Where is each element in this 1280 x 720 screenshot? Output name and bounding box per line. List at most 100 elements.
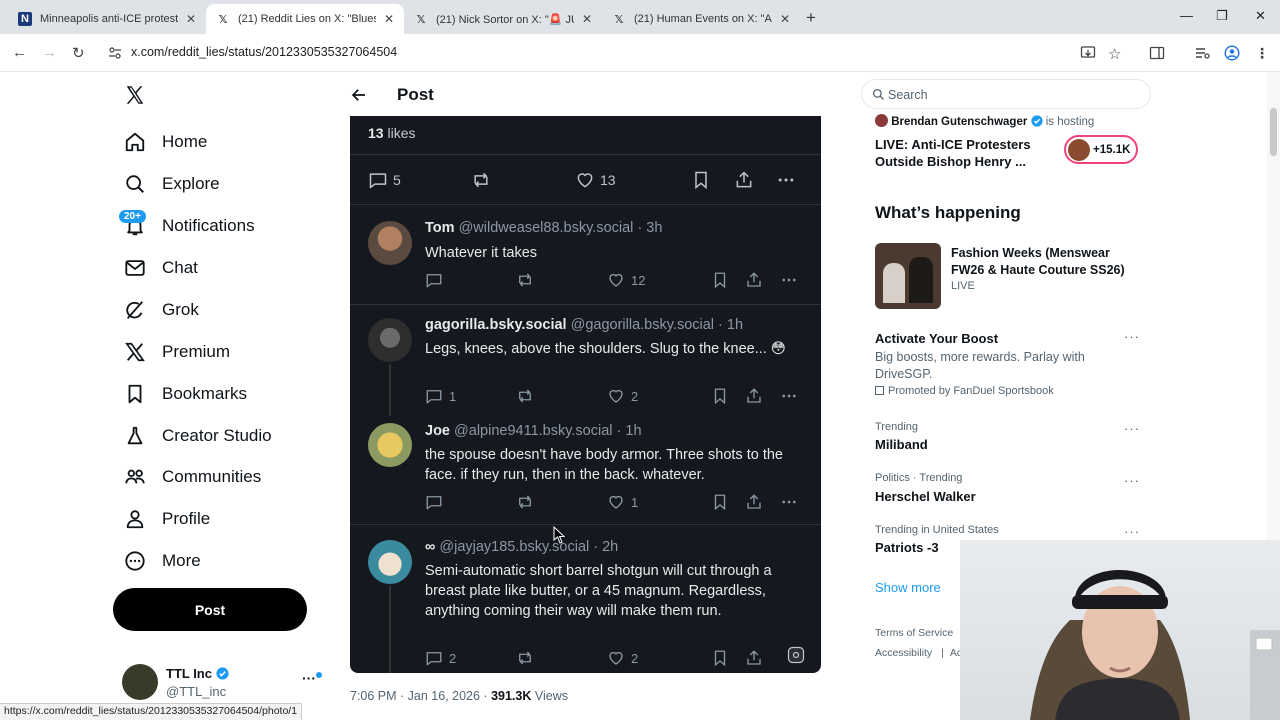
live-space-title[interactable]: LIVE: Anti-ICE Protesters Outside Bishop… [875, 136, 1055, 170]
share-icon [747, 272, 761, 287]
nav-item-profile[interactable]: Profile [124, 505, 210, 533]
profile-icon[interactable] [1224, 45, 1240, 61]
reading-list-icon[interactable] [1194, 45, 1210, 61]
like-count: 12 [607, 271, 645, 289]
reply-item: ∞ @jayjay185.bsky.social · 2h Semi-autom… [350, 532, 821, 673]
x-favicon-icon: 𝕏 [218, 13, 228, 26]
trend-category: Politics · Trending [875, 472, 963, 484]
trend-title[interactable]: Herschel Walker [875, 489, 976, 504]
trend-thumbnail[interactable] [875, 243, 941, 309]
repost-icon [519, 273, 531, 287]
listener-count-pill[interactable]: +15.1K [1064, 135, 1138, 164]
mouse-cursor-icon [553, 526, 565, 544]
new-tab-icon[interactable]: + [806, 8, 816, 28]
browser-tab[interactable]: N Minneapolis anti-ICE protests t ✕ [8, 4, 206, 34]
browser-menu-icon[interactable]: ⋮ [1255, 45, 1271, 61]
avatar [368, 221, 412, 265]
trend-title[interactable]: Fashion Weeks (Menswear FW26 & Haute Cou… [951, 245, 1141, 279]
nav-label: Explore [162, 174, 220, 193]
nav-item-grok[interactable]: Grok [124, 296, 199, 324]
close-tab-icon[interactable]: ✕ [582, 12, 592, 26]
grok-icon [126, 301, 144, 319]
close-tab-icon[interactable]: ✕ [384, 12, 394, 26]
nav-item-creator-studio[interactable]: Creator Studio [124, 422, 272, 450]
nav-label: Premium [162, 342, 231, 361]
nav-label: Home [162, 132, 208, 151]
reply-text: the spouse doesn't have body armor. Thre… [425, 447, 783, 483]
back-arrow-icon[interactable] [350, 86, 368, 104]
like-count: 1 [607, 493, 638, 511]
repost-icon [474, 172, 488, 188]
embedded-screenshot[interactable]: 13 likes 5 13 Tom @wildweasel88.bsky.soc… [350, 116, 821, 673]
forward-arrow-icon[interactable]: → [42, 44, 57, 61]
site-settings-icon[interactable] [108, 46, 122, 60]
divider [350, 154, 821, 155]
account-more-icon[interactable]: ··· [302, 670, 316, 686]
divider [350, 204, 821, 205]
back-arrow-icon[interactable]: ← [12, 44, 27, 61]
listener-avatar [1068, 138, 1090, 161]
terms-link[interactable]: Terms of Service [875, 627, 953, 639]
presenter-video-icon [1030, 570, 1280, 720]
image-badge-icon[interactable] [786, 645, 806, 665]
close-tab-icon[interactable]: ✕ [780, 12, 790, 26]
host-avatar [875, 114, 888, 127]
comment-icon [426, 652, 442, 666]
install-app-icon[interactable] [1080, 45, 1096, 61]
post-button[interactable]: Post [113, 588, 307, 631]
x-logo-icon[interactable] [124, 84, 146, 106]
space-host-line[interactable]: Brendan Gutenschwager is hosting [875, 114, 1094, 128]
accessibility-link[interactable]: Accessibility [875, 647, 932, 659]
restore-icon[interactable]: ❐ [1216, 8, 1228, 24]
close-window-icon[interactable]: ✕ [1255, 8, 1266, 24]
browser-tab-active[interactable]: 𝕏 (21) Reddit Lies on X: "Bluesky ✕ [206, 4, 404, 34]
url-input[interactable]: x.com/reddit_lies/status/201233053532706… [131, 45, 397, 59]
trend-title[interactable]: Patriots -3 [875, 540, 939, 555]
tab-title: (21) Reddit Lies on X: "Bluesky [238, 13, 376, 25]
nav-item-home[interactable]: Home [124, 128, 207, 156]
comment-icon [426, 274, 442, 288]
reply-item: Tom @wildweasel88.bsky.social · 3h Whate… [350, 214, 821, 304]
nav-item-premium[interactable]: Premium [124, 338, 230, 366]
post-header: Post [350, 72, 820, 117]
nav-label: Notifications [162, 216, 255, 235]
browser-tab[interactable]: 𝕏 (21) Human Events on X: "ANTI ✕ [602, 4, 800, 34]
account-name: TTL Inc [166, 666, 229, 681]
nav-label: Chat [162, 258, 198, 277]
trend-title[interactable]: Miliband [875, 437, 928, 452]
account-handle: @TTL_inc [166, 684, 227, 699]
bookmark-star-icon[interactable]: ☆ [1108, 45, 1124, 63]
footer-links: Accessibility | Ads [875, 647, 968, 659]
scrollbar-thumb[interactable] [1270, 108, 1277, 156]
tab-title: (21) Human Events on X: "ANTI [634, 13, 772, 25]
sidebar-icon[interactable] [1149, 45, 1165, 61]
more-icon[interactable]: ··· [1124, 524, 1140, 539]
nav-item-bookmarks[interactable]: Bookmarks [124, 380, 247, 408]
nav-item-communities[interactable]: Communities [124, 463, 261, 491]
reload-icon[interactable]: ↻ [72, 44, 85, 62]
divider [350, 524, 821, 525]
close-tab-icon[interactable]: ✕ [186, 12, 196, 26]
nav-item-more[interactable]: More [124, 547, 201, 575]
whats-happening-heading: What’s happening [875, 203, 1021, 222]
flask-icon [127, 426, 143, 445]
comment-icon [426, 496, 442, 510]
browser-tab[interactable]: 𝕏 (21) Nick Sortor on X: "🚨 JUST ✕ [404, 4, 602, 34]
comment-icon [426, 390, 442, 404]
search-input[interactable]: Search [861, 79, 1151, 109]
more-circle-icon [125, 551, 145, 571]
unread-dot [316, 672, 322, 678]
more-icon[interactable]: ··· [1124, 329, 1140, 344]
reply-meta: Joe @alpine9411.bsky.social · 1h [425, 423, 642, 439]
promo-description: Big boosts, more rewards. Parlay with Dr… [875, 350, 1085, 381]
nav-item-chat[interactable]: Chat [124, 254, 198, 282]
more-icon[interactable]: ··· [1124, 473, 1140, 488]
more-icon[interactable]: ··· [1124, 421, 1140, 436]
repost-icon [519, 495, 531, 509]
trend-category: Trending [875, 421, 919, 433]
promo-title[interactable]: Activate Your Boost [875, 331, 998, 346]
promoted-label: Promoted by FanDuel Sportsbook [875, 385, 1054, 397]
nav-item-explore[interactable]: Explore [124, 170, 220, 198]
show-more-link[interactable]: Show more [875, 580, 941, 595]
minimize-icon[interactable]: — [1180, 8, 1193, 23]
